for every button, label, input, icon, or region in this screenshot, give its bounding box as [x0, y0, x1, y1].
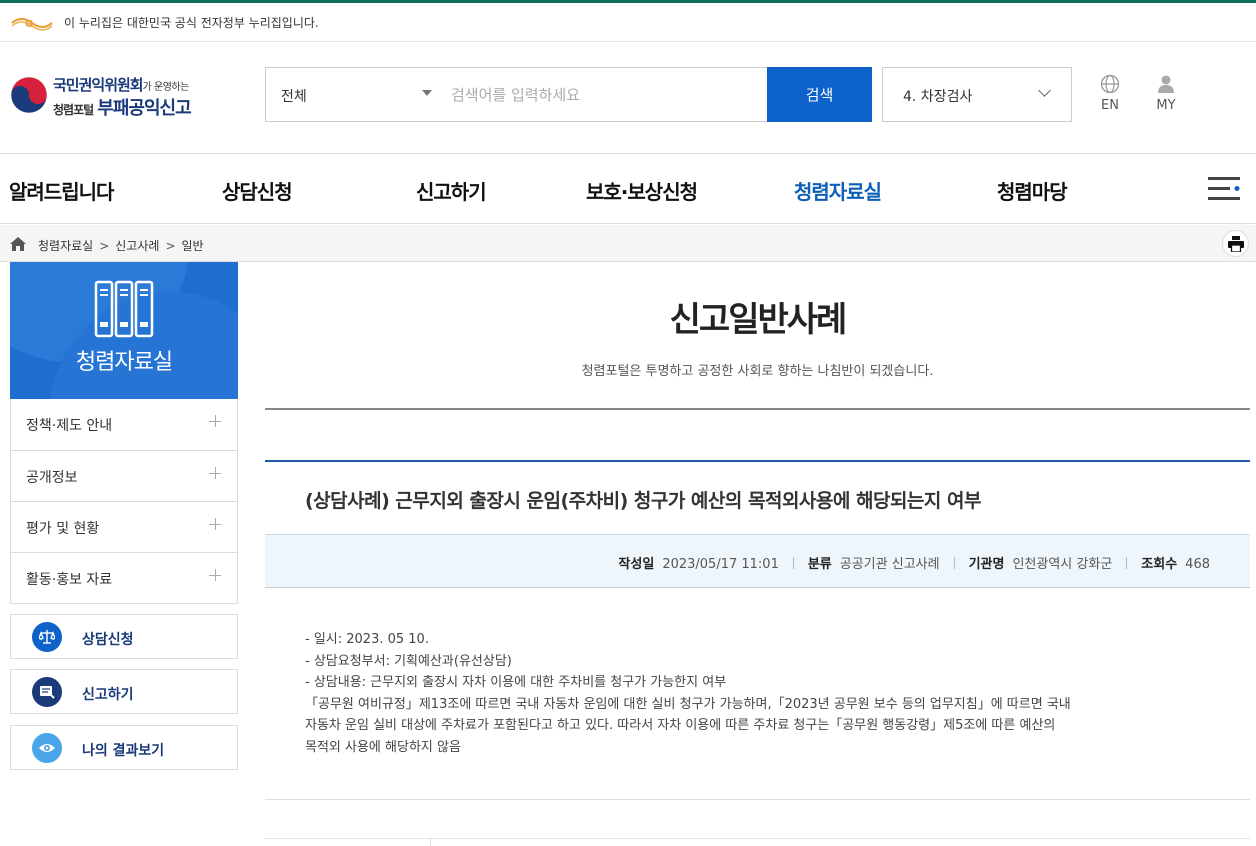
popular-keyword-text: 4. 차장검사	[903, 89, 973, 105]
language-button[interactable]: EN	[1090, 74, 1130, 118]
gnb-item-consult[interactable]: 상담신청	[222, 176, 293, 205]
breadcrumb: 청렴자료실 > 신고사례 > 일반	[0, 225, 1256, 262]
page-description: 청렴포털은 투명하고 공정한 사회로 향하는 나침반이 되겠습니다.	[581, 364, 934, 379]
gnb-item-forum[interactable]: 청렴마당	[997, 176, 1068, 205]
home-icon[interactable]	[10, 237, 26, 251]
gov-banner: G 이 누리집은 대한민국 공식 전자정부 누리집입니다.	[0, 0, 1256, 42]
views-label: 조회수	[1141, 557, 1178, 572]
header: 국민권익위원회가 운영하는 청렴포털 부패공익신고 전체 검색 4. 차장검사 …	[0, 42, 1256, 154]
date-label: 작성일	[618, 557, 655, 572]
quick-link-consult[interactable]: 상담신청	[10, 614, 238, 659]
taegeuk-emblem-icon	[10, 76, 48, 114]
gnb-item-protection[interactable]: 보호·보상신청	[586, 176, 698, 205]
page-title: 신고일반사례	[669, 300, 848, 340]
org-label: 기관명	[968, 557, 1005, 572]
gnb-item-report[interactable]: 신고하기	[416, 176, 487, 205]
body-line: - 상담내용: 근무지외 출장시 자차 이용에 대한 주차비를 청구가 가능한지…	[305, 675, 727, 690]
my-page-button[interactable]: MY	[1146, 74, 1186, 118]
search-input[interactable]	[451, 78, 761, 111]
svg-text:G: G	[25, 19, 33, 30]
category-label: 분류	[807, 557, 832, 572]
breadcrumb-item[interactable]: 신고사례	[115, 239, 159, 253]
post-meta: 작성일 2023/05/17 11:01 분류 공공기관 신고사례 기관명 인천광역시 강…	[265, 534, 1250, 588]
sidebar-item-public-info[interactable]: 공개정보	[11, 450, 237, 501]
popular-keyword-dropdown[interactable]: 4. 차장검사	[882, 67, 1072, 122]
breadcrumb-path: 청렴자료실 > 신고사례 > 일반	[38, 239, 204, 253]
print-button[interactable]	[1222, 230, 1249, 257]
divider	[265, 799, 1250, 800]
sidebar-title: 청렴자료실	[75, 350, 173, 375]
search-box: 전체 검색	[265, 67, 872, 122]
sidebar-item-evaluation[interactable]: 평가 및 현황	[11, 501, 237, 552]
binders-icon	[94, 280, 154, 338]
post-category: 공공기관 신고사례	[839, 557, 940, 572]
post-views: 468	[1185, 557, 1210, 572]
logo-line2: 청렴포털 부패공익신고	[53, 98, 192, 119]
chevron-down-icon	[1038, 84, 1051, 97]
breadcrumb-item[interactable]: 청렴자료실	[38, 239, 93, 253]
sidebar-menu: 정책·제도 안내 공개정보 평가 및 현황 활동·홍보 자료	[10, 399, 238, 604]
search-button[interactable]: 검색	[767, 67, 872, 122]
printer-icon	[1228, 236, 1244, 252]
body-line: - 일시: 2023. 05 10.	[305, 632, 429, 647]
search-category-select[interactable]: 전체	[266, 68, 446, 121]
post-org: 인천광역시 강화군	[1012, 557, 1113, 572]
post-date: 2023/05/17 11:01	[662, 557, 779, 572]
gov-emblem-icon: G	[11, 17, 53, 31]
logo-line1: 국민권익위원회가 운영하는	[53, 76, 189, 94]
sidebar-item-policy[interactable]: 정책·제도 안내	[11, 399, 237, 450]
all-menu-icon[interactable]	[1208, 176, 1242, 202]
main-navigation: 알려드립니다 상담신청 신고하기 보호·보상신청 청렴자료실 청렴마당	[0, 154, 1256, 224]
report-icon	[32, 677, 62, 707]
sidebar-item-promotion[interactable]: 활동·홍보 자료	[11, 552, 237, 603]
sidebar-banner: 청렴자료실	[10, 262, 238, 399]
divider	[265, 838, 1250, 846]
body-line: 「공무원 여비규정」제13조에 따르면 국내 자동차 운임에 대한 실비 청구가…	[305, 696, 1071, 712]
caret-down-icon	[422, 90, 432, 96]
plus-icon	[209, 467, 221, 479]
body-line: 목적외 사용에 해당하지 않음	[305, 739, 461, 755]
plus-icon	[209, 569, 221, 581]
body-line: - 상담요청부서: 기획예산과(유선상담)	[305, 653, 512, 669]
globe-icon	[1100, 74, 1120, 94]
divider	[265, 408, 1250, 410]
gnb-item-archive[interactable]: 청렴자료실	[794, 176, 882, 205]
gov-banner-text: 이 누리집은 대한민국 공식 전자정부 누리집입니다.	[64, 16, 319, 30]
quick-link-my-result[interactable]: 나의 결과보기	[10, 725, 238, 770]
site-logo[interactable]: 국민권익위원회가 운영하는 청렴포털 부패공익신고	[10, 74, 220, 119]
body-line: 자동차 운임 실비 대상에 주차료가 포함된다고 하고 있다. 따라서 자차 이…	[305, 718, 1056, 733]
gnb-item-notice[interactable]: 알려드립니다	[9, 176, 114, 205]
post-top-border	[265, 460, 1250, 462]
breadcrumb-item[interactable]: 일반	[182, 239, 204, 253]
user-icon	[1158, 75, 1174, 93]
post-body: - 일시: 2023. 05 10. - 상담요청부서: 기획예산과(유선상담)…	[305, 629, 1205, 758]
eye-icon	[32, 733, 62, 763]
scale-icon	[32, 622, 62, 652]
plus-icon	[209, 518, 221, 530]
post-title: (상담사례) 근무지외 출장시 운임(주차비) 청구가 예산의 목적외사용에 해…	[305, 490, 981, 512]
quick-link-report[interactable]: 신고하기	[10, 669, 238, 714]
plus-icon	[209, 415, 221, 427]
